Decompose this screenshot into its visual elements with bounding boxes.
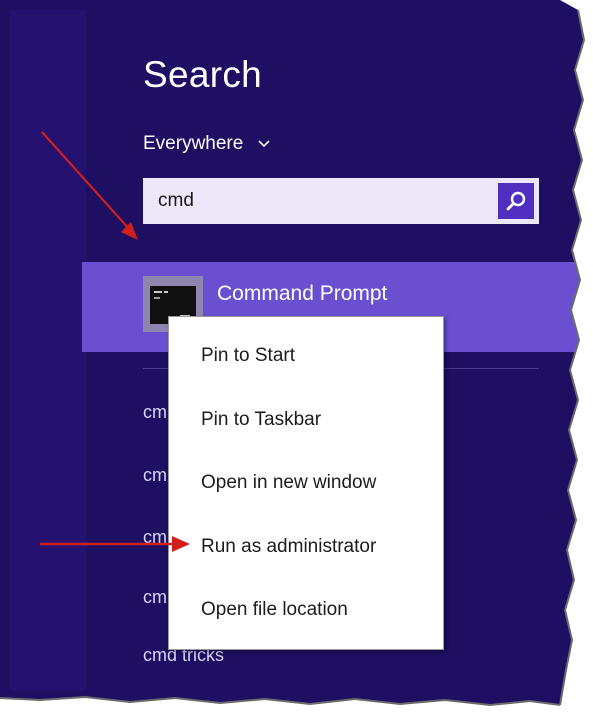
screenshot-stage: Search Everywhere cmd Command Prompt cm …	[0, 0, 593, 714]
torn-paper-edge	[0, 0, 593, 714]
